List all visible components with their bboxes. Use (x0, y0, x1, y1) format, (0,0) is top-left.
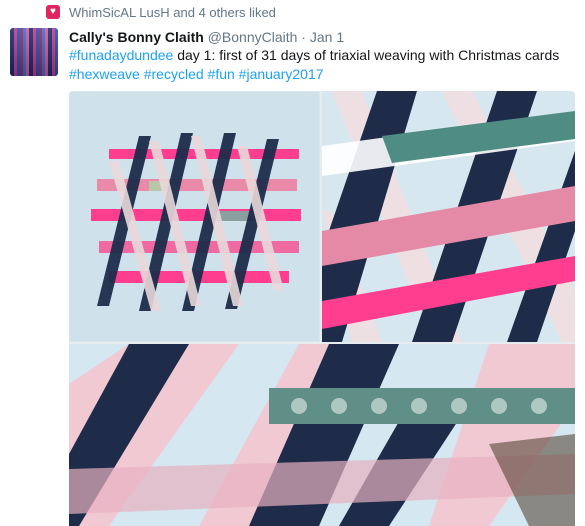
hashtag-link[interactable]: #funadaydundee (69, 47, 173, 63)
liked-by-text: WhimSicAL LusH and 4 others liked (69, 5, 276, 20)
photo-weave-overview[interactable] (69, 91, 320, 342)
hashtag-link[interactable]: #fun (208, 66, 235, 82)
weave-overview-image (69, 91, 320, 342)
weave-detail-image (69, 344, 575, 526)
tweet-text: #funadaydundee day 1: first of 31 days o… (69, 46, 569, 84)
separator-dot: · (301, 29, 306, 45)
photo-weave-detail[interactable] (69, 344, 575, 526)
liker-name[interactable]: WhimSicAL LusH (69, 5, 170, 20)
photo-weave-closeup[interactable] (322, 91, 575, 342)
author-display-name[interactable]: Cally's Bonny Claith (69, 29, 204, 45)
liked-suffix: and 4 others liked (173, 5, 276, 20)
heart-icon: ♥ (46, 5, 60, 19)
hashtag-link[interactable]: #january2017 (239, 66, 324, 82)
tweet-header: Cally's Bonny Claith @BonnyClaith · Jan … (69, 29, 344, 45)
tweet-date[interactable]: Jan 1 (310, 29, 344, 45)
avatar[interactable] (10, 28, 58, 76)
weave-closeup-image (322, 91, 575, 342)
social-context-row: ♥ WhimSicAL LusH and 4 others liked (0, 0, 585, 26)
tweet-body-text: day 1: first of 31 days of triaxial weav… (173, 47, 560, 63)
hashtag-link[interactable]: #recycled (144, 66, 204, 82)
author-handle[interactable]: @BonnyClaith (208, 29, 298, 45)
media-grid (69, 91, 575, 526)
hashtag-link[interactable]: #hexweave (69, 66, 140, 82)
